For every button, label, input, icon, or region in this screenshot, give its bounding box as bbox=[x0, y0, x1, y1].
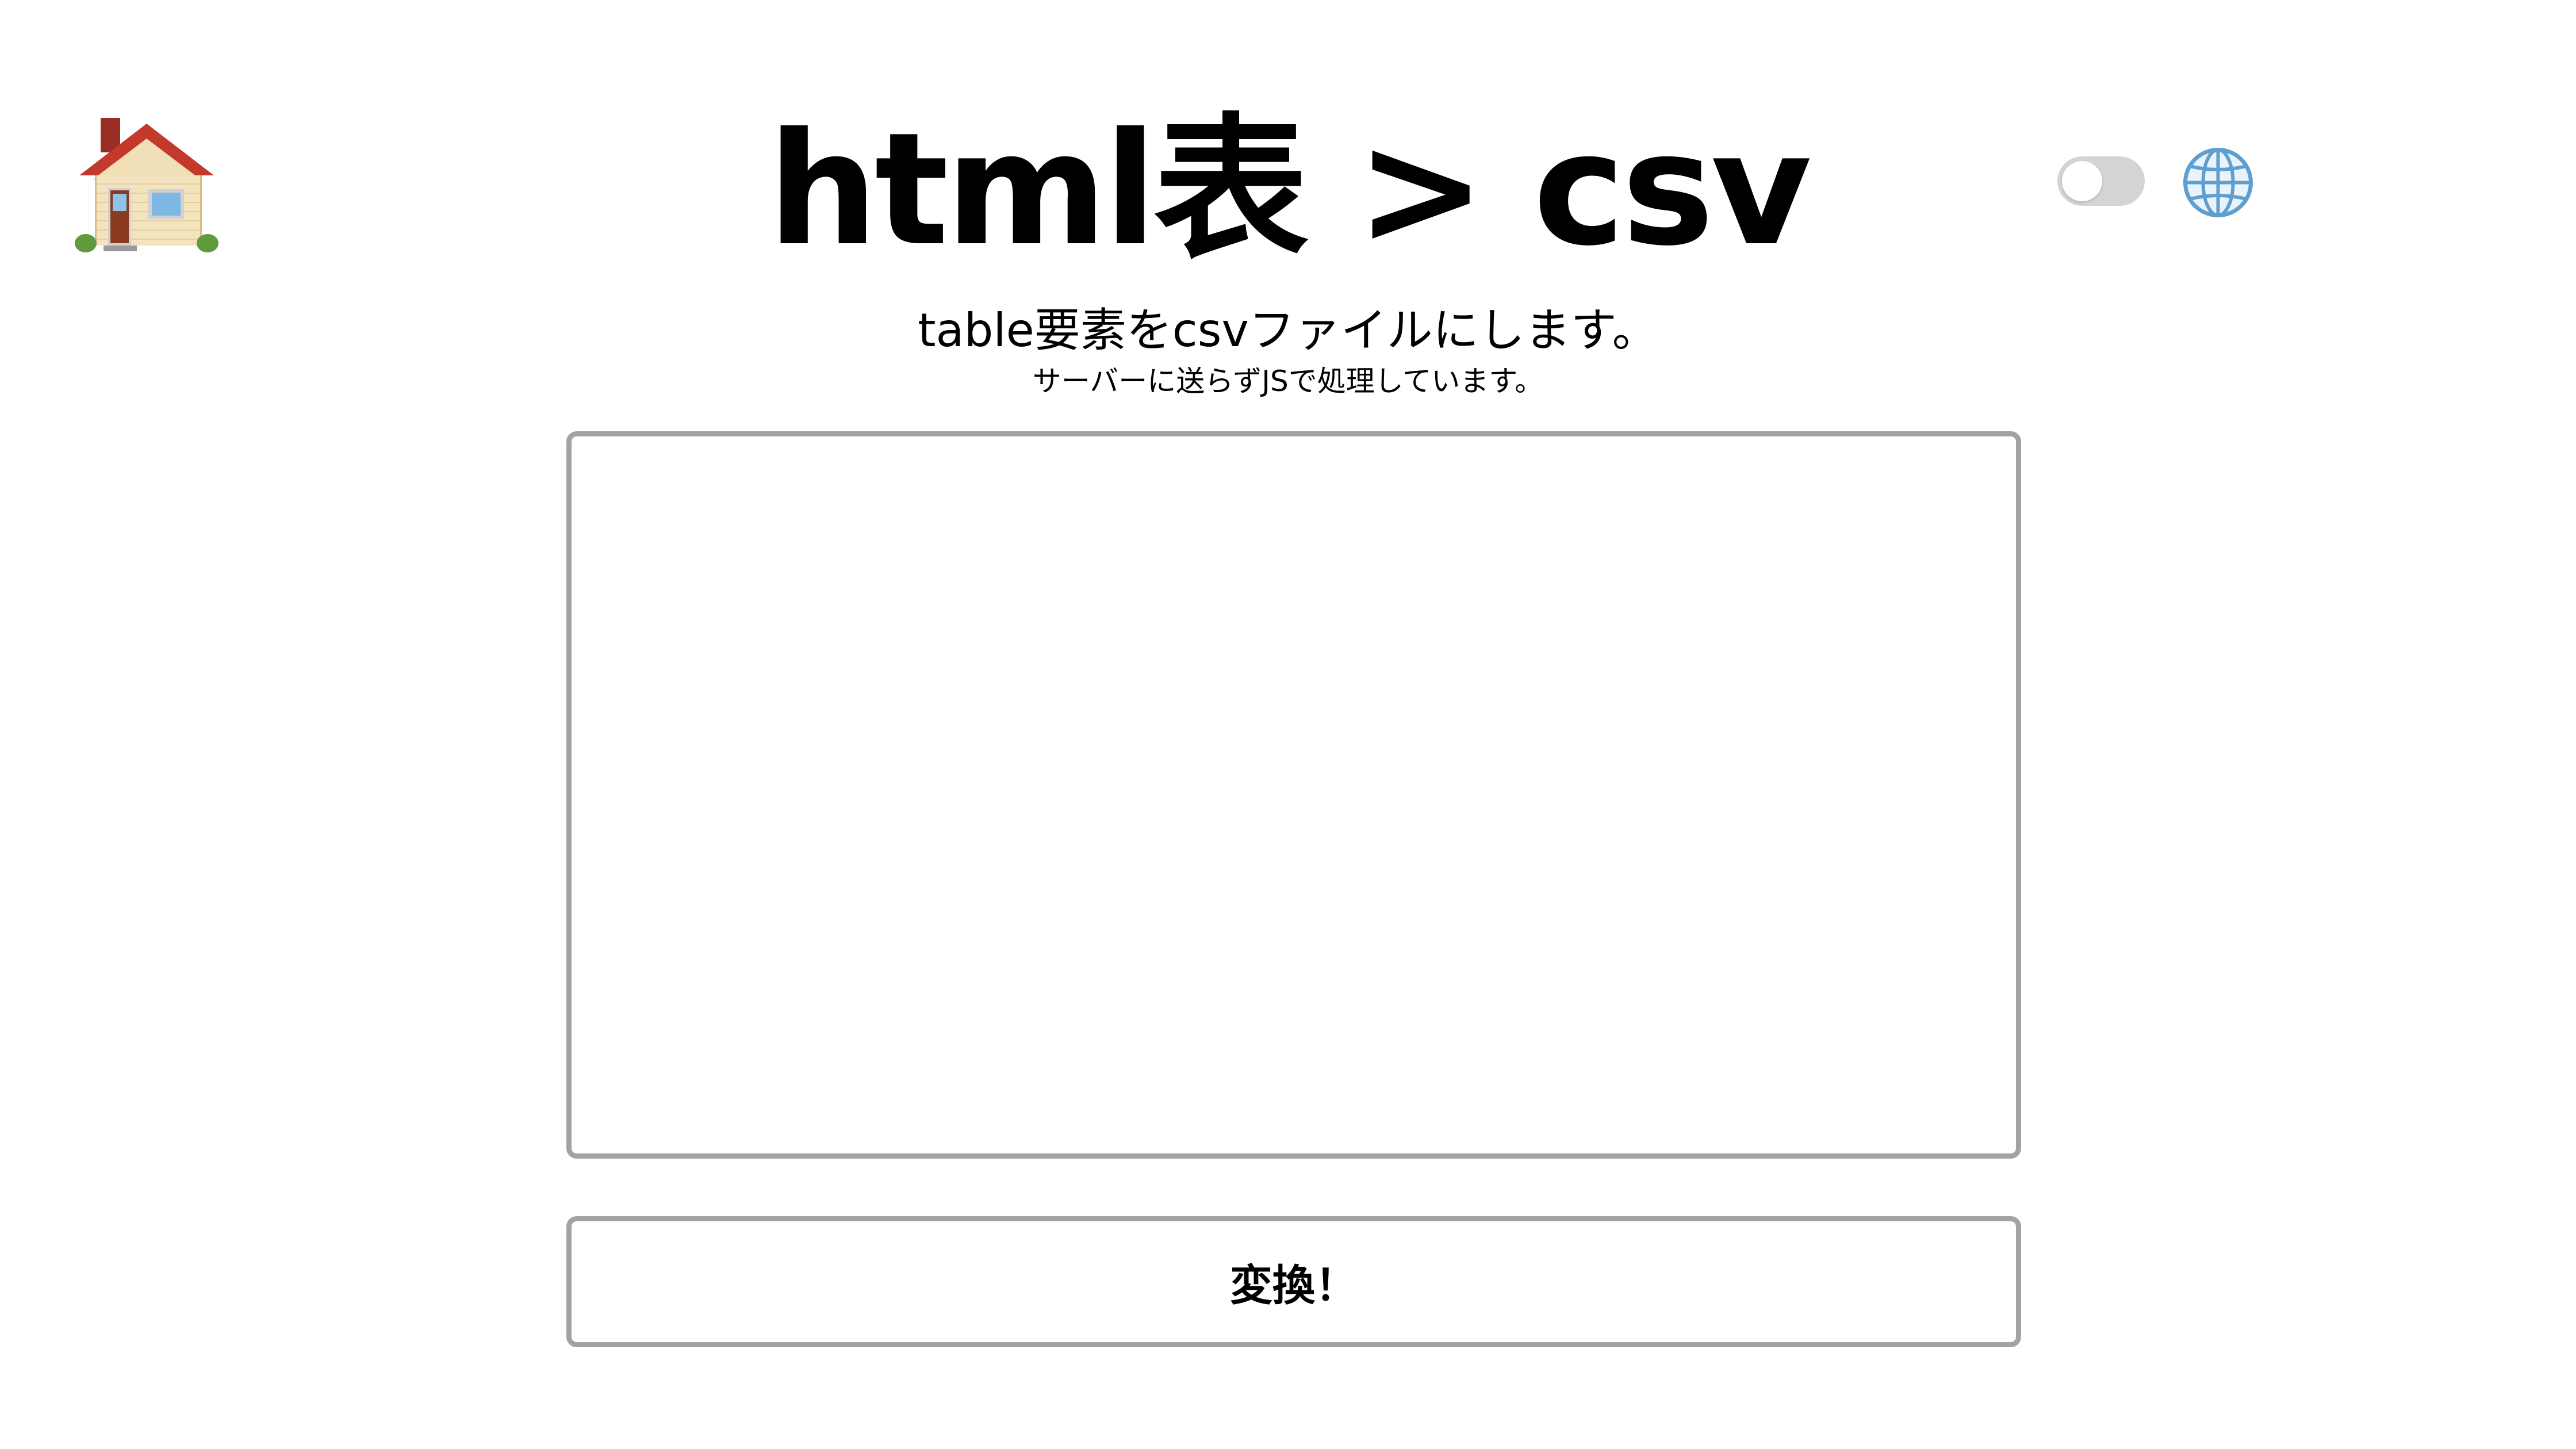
html-input[interactable] bbox=[566, 431, 2021, 1159]
page-subtitle: table要素をcsvファイルにします。 bbox=[918, 304, 1658, 357]
toggle-knob bbox=[2062, 161, 2102, 201]
convert-button[interactable]: 変換！ bbox=[566, 1216, 2021, 1347]
language-button[interactable] bbox=[2182, 147, 2254, 218]
theme-toggle[interactable] bbox=[2057, 156, 2145, 206]
page-note: サーバーに送らずJSで処理しています。 bbox=[1032, 365, 1544, 398]
globe-icon bbox=[2183, 148, 2253, 217]
